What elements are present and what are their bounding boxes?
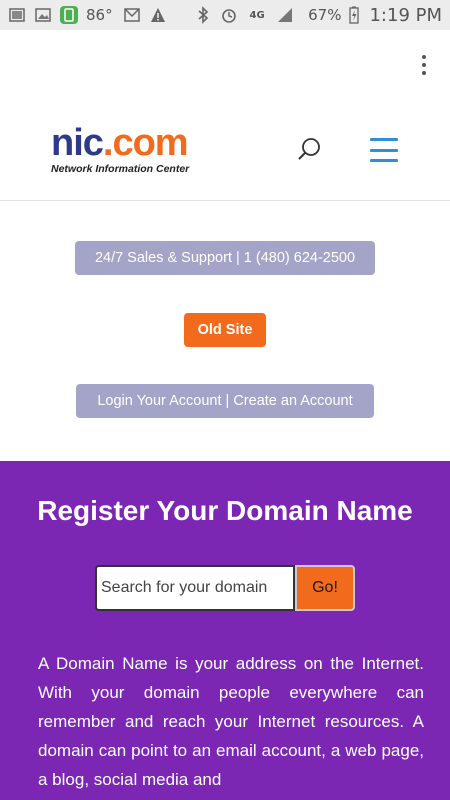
status-bar: 86° 4G 67% 1:19 PM: [0, 0, 450, 30]
go-button[interactable]: Go!: [295, 565, 355, 611]
more-options-icon[interactable]: [412, 50, 436, 80]
network-4g-icon: 4G: [246, 6, 268, 24]
search-icon[interactable]: [296, 136, 324, 164]
logo-tagline: Network Information Center: [51, 163, 190, 175]
domain-search-form: Go!: [95, 565, 355, 611]
logo-brand-part1: nic: [51, 122, 104, 164]
menu-line: [370, 159, 398, 162]
clock-text: 1:19 PM: [369, 4, 442, 26]
register-title: Register Your Domain Name: [37, 495, 413, 526]
domain-search-section: Register Your Domain Name Go! A Domain N…: [0, 461, 450, 800]
kebab-dot: [422, 71, 426, 75]
domain-search-input[interactable]: [95, 565, 295, 611]
kebab-dot: [422, 55, 426, 59]
battery-percent-text: 67%: [308, 6, 342, 24]
notification-photo-icon: [8, 6, 26, 24]
mail-icon: [123, 6, 141, 24]
logo-wordmark: nic.com: [51, 124, 211, 162]
signal-icon: [276, 6, 294, 24]
alert-icon: [149, 6, 167, 24]
account-button[interactable]: Login Your Account | Create an Account: [76, 384, 374, 418]
site-logo[interactable]: nic.com Network Information Center: [51, 124, 211, 184]
logo-brand-part2: .com: [102, 122, 189, 164]
alarm-icon: [220, 6, 238, 24]
vibrate-icon: [60, 6, 78, 24]
support-phone-button[interactable]: 24/7 Sales & Support | 1 (480) 624-2500: [75, 241, 375, 275]
network-label: 4G: [249, 9, 265, 21]
kebab-dot: [422, 63, 426, 67]
menu-line: [370, 138, 398, 141]
site-header: nic.com Network Information Center: [0, 110, 450, 200]
domain-description: A Domain Name is your address on the Int…: [38, 654, 424, 789]
bluetooth-icon: [194, 6, 212, 24]
old-site-button[interactable]: Old Site: [184, 313, 266, 347]
battery-charging-icon: [345, 6, 363, 24]
header-divider: [0, 200, 450, 201]
menu-line: [370, 148, 398, 152]
notification-image-icon: [34, 6, 52, 24]
hamburger-menu-icon[interactable]: [370, 138, 398, 162]
temperature-text: 86°: [86, 6, 113, 24]
